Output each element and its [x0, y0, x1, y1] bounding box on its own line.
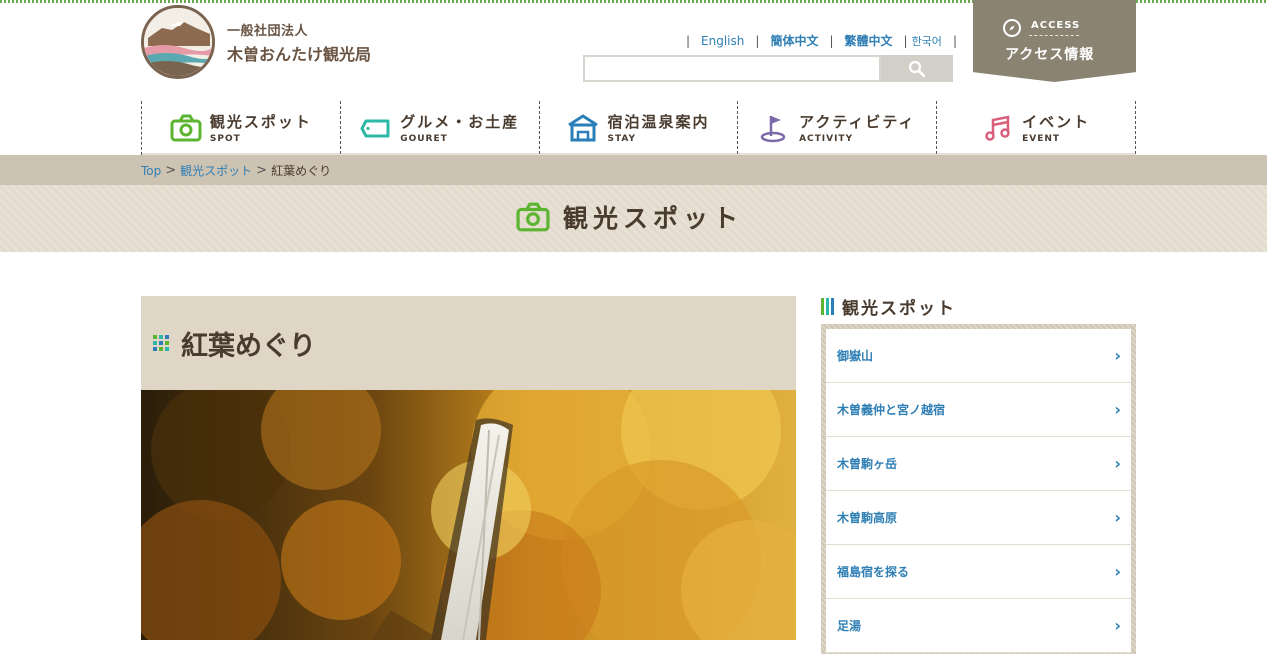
breadcrumb-spot-link[interactable]: 観光スポット: [180, 162, 252, 179]
sidebar-title: 観光スポット: [842, 299, 956, 319]
nav-item-stay[interactable]: 宿泊温泉案内 STAY: [539, 101, 739, 156]
camera-icon: [170, 114, 202, 141]
compass-icon: [1003, 19, 1021, 37]
nav-gourmet-label: グルメ・お土産: [400, 113, 520, 131]
sidebar-box: 御嶽山 › 木曽義仲と宮ノ越宿 › 木曽駒ヶ岳 › 木曽駒高原 › 福島宿を探る…: [821, 324, 1136, 654]
sidebar-item-komagatake[interactable]: 木曽駒ヶ岳 ›: [826, 437, 1131, 491]
sidebar-list: 御嶽山 › 木曽義仲と宮ノ越宿 › 木曽駒ヶ岳 › 木曽駒高原 › 福島宿を探る…: [826, 329, 1131, 653]
dots-icon: [153, 335, 169, 351]
search-icon: [908, 60, 926, 77]
breadcrumb: Top > 観光スポット > 紅葉めぐり: [141, 162, 331, 179]
global-nav: 観光スポット SPOT グルメ・お土産 GOURET 宿泊温泉案内 STAY ア…: [141, 101, 1136, 156]
camera-icon: [516, 202, 550, 232]
sidebar-item-label: 御嶽山: [837, 349, 874, 363]
access-info-button[interactable]: ACCESS アクセス情報: [973, 0, 1136, 82]
sidebar-header: 観光スポット: [821, 294, 956, 319]
nav-item-event[interactable]: イベント EVENT: [937, 101, 1136, 156]
breadcrumb-separator: >: [256, 163, 268, 178]
breadcrumb-top-link[interactable]: Top: [141, 164, 161, 178]
lang-english-link[interactable]: English: [701, 34, 744, 48]
golf-flag-icon: [760, 115, 786, 142]
search-button[interactable]: [881, 55, 953, 82]
nav-item-gourmet[interactable]: グルメ・お土産 GOURET: [340, 101, 540, 156]
logo-org-name: 木曽おんたけ観光局: [227, 44, 372, 64]
logo-mark-icon: [141, 5, 215, 79]
chevron-right-icon: ›: [1114, 346, 1121, 365]
access-divider: [1029, 35, 1079, 36]
nav-item-activity[interactable]: アクティビティ ACTIVITY: [738, 101, 938, 156]
sidebar-item-label: 木曽駒ヶ岳: [837, 457, 898, 471]
sidebar-item-ashiyu[interactable]: 足湯 ›: [826, 599, 1131, 653]
nav-item-spot[interactable]: 観光スポット SPOT: [142, 101, 341, 156]
chevron-right-icon: ›: [1114, 454, 1121, 473]
sidebar-item-label: 足湯: [837, 619, 862, 633]
breadcrumb-current: 紅葉めぐり: [271, 164, 332, 178]
nav-spot-label: 観光スポット: [209, 113, 312, 131]
chevron-right-icon: ›: [1114, 562, 1121, 581]
chevron-right-icon: ›: [1114, 508, 1121, 527]
section-title: 観光スポット: [513, 199, 743, 235]
language-bar: | English | 簡体中文 | 繁體中文 | 한국어 |: [686, 32, 957, 49]
sidebar-item-label: 福島宿を探る: [837, 565, 910, 579]
access-label-ja: アクセス情報: [1005, 47, 1095, 63]
section-title-text: 観光スポット: [563, 204, 744, 233]
lang-korean-link[interactable]: 한국어: [912, 33, 942, 49]
breadcrumb-separator: >: [165, 163, 177, 178]
search-input[interactable]: [583, 55, 881, 82]
sidebar-item-ontake[interactable]: 御嶽山 ›: [826, 329, 1131, 383]
article-title: 紅葉めぐり: [181, 330, 316, 362]
chevron-right-icon: ›: [1114, 616, 1121, 635]
nav-stay-sublabel: STAY: [607, 134, 637, 144]
access-label-en: ACCESS: [1031, 20, 1081, 31]
sidebar-item-label: 木曽駒高原: [837, 511, 898, 525]
sidebar-item-label: 木曽義仲と宮ノ越宿: [837, 403, 946, 417]
chevron-right-icon: ›: [1114, 400, 1121, 419]
logo-org-type: 一般社団法人: [227, 23, 309, 39]
sidebar-item-yoshinaka[interactable]: 木曽義仲と宮ノ越宿 ›: [826, 383, 1131, 437]
nav-spot-sublabel: SPOT: [209, 134, 241, 144]
lang-traditional-chinese-link[interactable]: 繁體中文: [845, 32, 893, 49]
sidebar-item-fukushima[interactable]: 福島宿を探る ›: [826, 545, 1131, 599]
house-icon: [568, 113, 599, 141]
autumn-waterfall-photo: [141, 390, 796, 640]
lang-simplified-chinese-link[interactable]: 簡体中文: [770, 32, 818, 49]
heading-bars-icon: [821, 298, 836, 315]
site-logo[interactable]: 一般社団法人 木曽おんたけ観光局: [141, 5, 371, 79]
nav-gourmet-sublabel: GOURET: [400, 134, 448, 144]
nav-event-sublabel: EVENT: [1022, 134, 1061, 144]
tag-icon: [360, 119, 390, 137]
sidebar-item-koma-kogen[interactable]: 木曽駒高原 ›: [826, 491, 1131, 545]
article-header: 紅葉めぐり: [141, 296, 796, 390]
nav-event-label: イベント: [1022, 113, 1091, 131]
nav-activity-sublabel: ACTIVITY: [799, 134, 854, 144]
nav-activity-label: アクティビティ: [799, 113, 916, 131]
music-note-icon: [985, 114, 1010, 141]
search-form: [583, 55, 953, 82]
nav-stay-label: 宿泊温泉案内: [607, 113, 710, 131]
